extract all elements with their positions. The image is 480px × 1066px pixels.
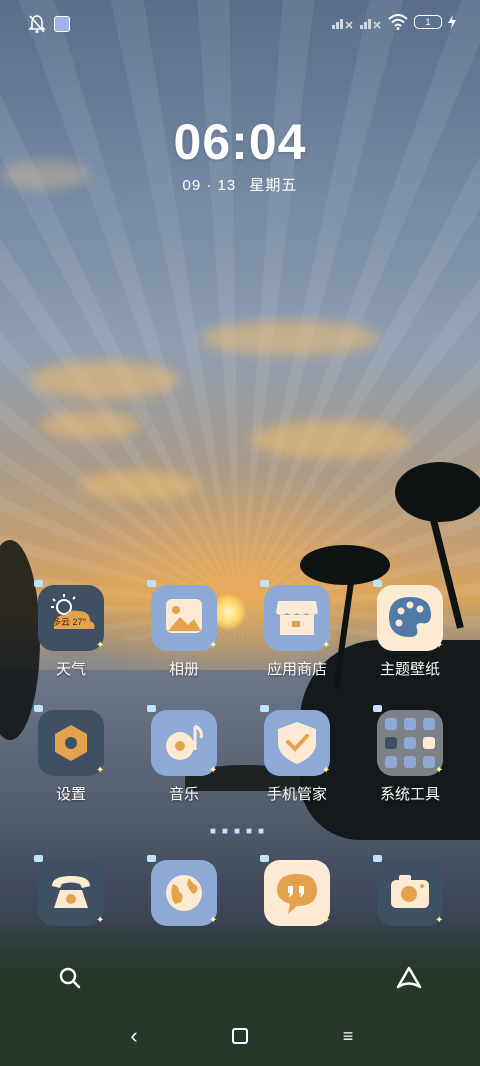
settings-label: 设置 [55, 786, 86, 803]
phone-app[interactable] [38, 860, 104, 926]
phone-icon [52, 876, 90, 908]
security-icon [278, 722, 316, 764]
recents-button[interactable]: ≡ [338, 1026, 358, 1046]
charging-icon [448, 15, 456, 29]
music-icon [166, 724, 203, 760]
app-store-label: 应用商店 [266, 661, 327, 678]
home-icon [232, 1028, 248, 1044]
palette-icon [389, 597, 431, 637]
themes-app[interactable] [377, 585, 443, 651]
weather-badge: 多云 27° [52, 617, 87, 627]
signal-icon [332, 19, 353, 29]
security-app[interactable] [264, 710, 330, 776]
gallery-icon [166, 599, 202, 633]
clock-date: 09 · 13 星期五 [0, 174, 480, 195]
home-button[interactable] [230, 1026, 250, 1046]
weekday-text: 星期五 [249, 177, 298, 194]
search-bar[interactable] [38, 952, 442, 1004]
browser-app[interactable] [151, 860, 217, 926]
page-indicator: ■■■■■ [209, 826, 271, 837]
security-label: 手机管家 [266, 786, 327, 803]
search-icon[interactable] [58, 966, 82, 990]
assistant-icon[interactable] [396, 966, 422, 990]
status-bar: 1 [0, 0, 480, 50]
app-store-icon [276, 601, 318, 635]
folder-icon [385, 718, 435, 768]
browser-icon [166, 875, 202, 911]
app-notification-icon [54, 16, 70, 32]
bell-off-icon [28, 15, 46, 33]
clock-time: 06:04 [173, 114, 307, 170]
settings-app[interactable] [38, 710, 104, 776]
camera-app[interactable] [377, 860, 443, 926]
system-tools-folder[interactable] [377, 710, 443, 776]
back-button[interactable]: ‹ [124, 1025, 144, 1047]
settings-icon [55, 725, 87, 761]
lock-clock-widget[interactable]: 06:04 09 · 13 星期五 [0, 112, 480, 195]
battery-icon: 1 [414, 15, 442, 29]
music-app[interactable] [151, 710, 217, 776]
wifi-icon [388, 14, 408, 30]
navigation-bar: ‹ ≡ [0, 1020, 480, 1054]
themes-label: 主题壁纸 [379, 661, 440, 678]
messages-app[interactable] [264, 860, 330, 926]
messages-icon [277, 874, 317, 914]
camera-icon [391, 875, 429, 908]
weather-label: 天气 [55, 661, 86, 678]
system-tools-label: 系统工具 [379, 786, 440, 803]
app-store-app[interactable] [264, 585, 330, 651]
weather-app[interactable]: 多云 27° [38, 585, 104, 651]
signal-icon [360, 19, 381, 29]
date-text: 09 · 13 [182, 177, 237, 194]
music-label: 音乐 [168, 786, 199, 803]
gallery-label: 相册 [168, 661, 199, 678]
gallery-app[interactable] [151, 585, 217, 651]
